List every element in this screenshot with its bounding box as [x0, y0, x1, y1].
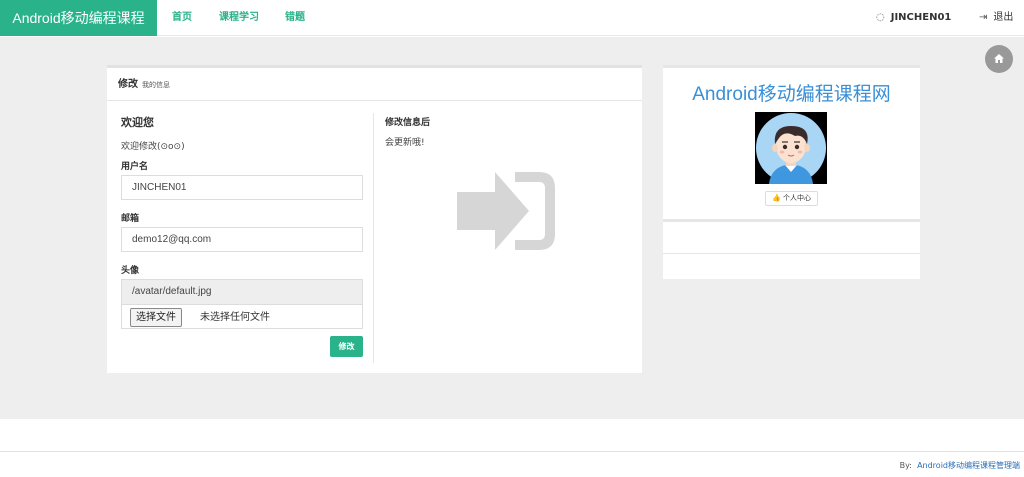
avatar-image [755, 112, 827, 184]
logout-label: 退出 [993, 12, 1014, 23]
nav-wrong-questions[interactable]: 错题 [285, 0, 305, 36]
home-icon [994, 54, 1004, 63]
email-field[interactable]: demo12@qq.com [121, 227, 363, 252]
user-menu[interactable]: ◌ JINCHEN01 [876, 0, 951, 36]
panel-subtitle: 我的信息 [142, 81, 170, 89]
panel-header: 修改 我的信息 [107, 68, 642, 101]
avatar [755, 112, 827, 184]
top-navbar: Android移动编程课程 首页 课程学习 错题 ◌ JINCHEN01 ⇥ 退出 [0, 0, 1024, 36]
profile-card-extra [663, 219, 920, 279]
thumbs-up-icon: 👍 [772, 194, 781, 202]
site-title: Android移动编程课程网 [692, 84, 891, 105]
footer-divider [0, 451, 1024, 452]
sign-in-icon [457, 172, 555, 250]
footer-link[interactable]: Android移动编程课程管理端 [917, 461, 1020, 470]
profile-center-label: 个人中心 [782, 194, 811, 202]
column-divider [373, 113, 374, 363]
brand-logo[interactable]: Android移动编程课程 [0, 0, 157, 36]
footer-by: By: [899, 461, 912, 470]
file-input-row: 选择文件 未选择任何文件 [121, 305, 363, 329]
email-label: 邮箱 [121, 214, 140, 224]
choose-file-button[interactable]: 选择文件 [130, 308, 182, 327]
avatar-path-field: /avatar/default.jpg [121, 279, 363, 305]
footer: By: Android移动编程课程管理端 [900, 460, 1020, 471]
home-button[interactable] [985, 45, 1013, 73]
submit-button[interactable]: 修改 [330, 336, 363, 357]
file-status-text: 未选择任何文件 [200, 312, 270, 323]
panel-title: 修改 [118, 79, 138, 90]
edit-profile-panel: 修改 我的信息 欢迎您 欢迎修改(⊙o⊙) 用户名 JINCHEN01 邮箱 de… [107, 65, 642, 373]
logout-link[interactable]: ⇥ 退出 [979, 0, 1013, 36]
profile-card: Android移动编程课程网 👍 个人中心 [663, 65, 920, 219]
logout-icon: ⇥ [979, 12, 988, 23]
nav-course-study[interactable]: 课程学习 [219, 0, 259, 36]
nav-home[interactable]: 首页 [172, 0, 192, 36]
avatar-label: 头像 [121, 266, 140, 276]
welcome-text: 欢迎修改(⊙o⊙) [121, 142, 185, 152]
card-divider [663, 253, 920, 254]
right-text: 会更新哦! [385, 138, 425, 148]
username-display: JINCHEN01 [890, 12, 952, 23]
right-heading: 修改信息后 [385, 118, 431, 128]
username-field[interactable]: JINCHEN01 [121, 175, 363, 200]
profile-center-button[interactable]: 👍 个人中心 [765, 191, 818, 206]
username-label: 用户名 [121, 162, 149, 172]
welcome-heading: 欢迎您 [121, 116, 154, 129]
user-icon: ◌ [876, 12, 885, 23]
